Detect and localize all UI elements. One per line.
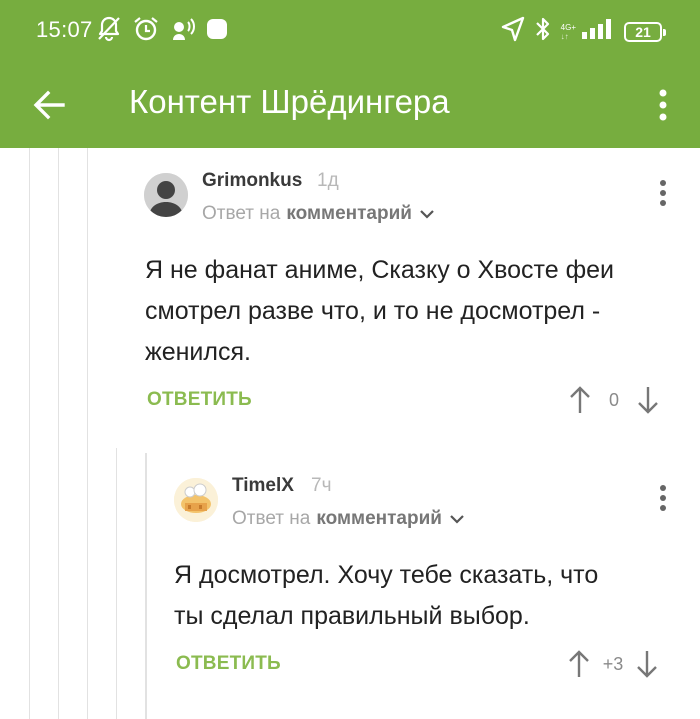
more-vertical-icon: [660, 485, 666, 511]
status-time: 15:07: [36, 17, 93, 42]
page-title: Контент Шрёдингера: [129, 83, 450, 120]
bluetooth-icon: [535, 16, 551, 47]
downvote-button[interactable]: [634, 383, 662, 417]
signal-icon: [580, 18, 614, 45]
more-vertical-icon: [660, 180, 666, 206]
cat-avatar-icon: [174, 478, 218, 522]
comment-time: 1д: [317, 170, 339, 191]
thread-line: [29, 148, 30, 719]
comment-text-line: смотрел разве что, и то не досмотрел -: [145, 297, 601, 325]
reply-button[interactable]: ОТВЕТИТЬ: [147, 389, 252, 411]
comment-text: Я досмотрел. Хочу тебе сказать, что ты с…: [174, 555, 598, 637]
comment-text-line: женился.: [145, 338, 251, 366]
arrow-down-icon: [637, 651, 657, 678]
downvote-button[interactable]: [633, 647, 661, 681]
network-type: 4G+: [560, 22, 576, 32]
more-vertical-icon: [659, 89, 667, 121]
comment: TimelX 7ч Ответ на комментарий Я досмотр…: [145, 453, 700, 719]
reply-to-prefix: Ответ на: [202, 203, 281, 224]
rating-count: 0: [608, 389, 619, 410]
location-arrow-icon: [501, 16, 525, 47]
app-notification-icon: [206, 18, 228, 45]
comment-more-button[interactable]: [653, 176, 673, 210]
thread-line: [87, 148, 88, 719]
arrow-left-icon: [33, 90, 65, 120]
comment-username[interactable]: Grimonkus: [202, 170, 302, 192]
mute-bell-icon: [96, 15, 122, 48]
comment-text-line: Я досмотрел. Хочу тебе сказать, что: [174, 561, 599, 589]
upvote-button[interactable]: [566, 383, 594, 417]
chevron-down-icon: [420, 209, 434, 219]
status-left-icons: [96, 15, 228, 48]
avatar[interactable]: [144, 173, 188, 217]
comment-time: 7ч: [311, 475, 332, 496]
reply-button[interactable]: ОТВЕТИТЬ: [176, 653, 281, 675]
status-bar: 15:07 4G+ ↓↑ 21: [0, 0, 700, 62]
upvote-button[interactable]: [565, 647, 593, 681]
back-button[interactable]: [26, 82, 72, 128]
avatar[interactable]: [174, 478, 218, 522]
arrow-down-icon: [638, 387, 658, 414]
app-bar: Контент Шрёдингера: [0, 62, 700, 148]
overflow-menu-button[interactable]: [648, 82, 678, 128]
reply-to-link[interactable]: Ответ на комментарий: [232, 508, 464, 530]
comment-text-line: Я не фанат аниме, Сказку о Хвосте феи: [145, 256, 615, 284]
comment-text: Я не фанат аниме, Сказку о Хвосте феи см…: [145, 250, 614, 373]
comment-text-line: ты сделал правильный выбор.: [174, 602, 530, 630]
alarm-icon: [132, 15, 160, 48]
comment-more-button[interactable]: [653, 481, 673, 515]
rating-count: +3: [602, 653, 624, 674]
comment: Grimonkus 1д Ответ на комментарий Я не ф…: [116, 148, 700, 448]
status-right-icons: 4G+ ↓↑ 21: [501, 16, 666, 47]
arrow-up-icon: [569, 650, 589, 677]
chevron-down-icon: [450, 514, 464, 524]
reply-to-link[interactable]: Ответ на комментарий: [202, 203, 434, 225]
speaker-icon: [170, 16, 196, 47]
thread-line: [58, 148, 59, 719]
reply-to-target: комментарий: [316, 508, 442, 529]
arrow-up-icon: [570, 386, 590, 413]
vote-controls: +3: [565, 647, 661, 681]
reply-to-target: комментарий: [286, 203, 412, 224]
reply-to-prefix: Ответ на: [232, 508, 311, 529]
vote-controls: 0: [566, 383, 662, 417]
network-label: 4G+ ↓↑: [560, 22, 576, 41]
default-user-icon: [144, 173, 188, 217]
comment-username[interactable]: TimelX: [232, 475, 294, 497]
battery-icon: 21: [624, 21, 666, 42]
